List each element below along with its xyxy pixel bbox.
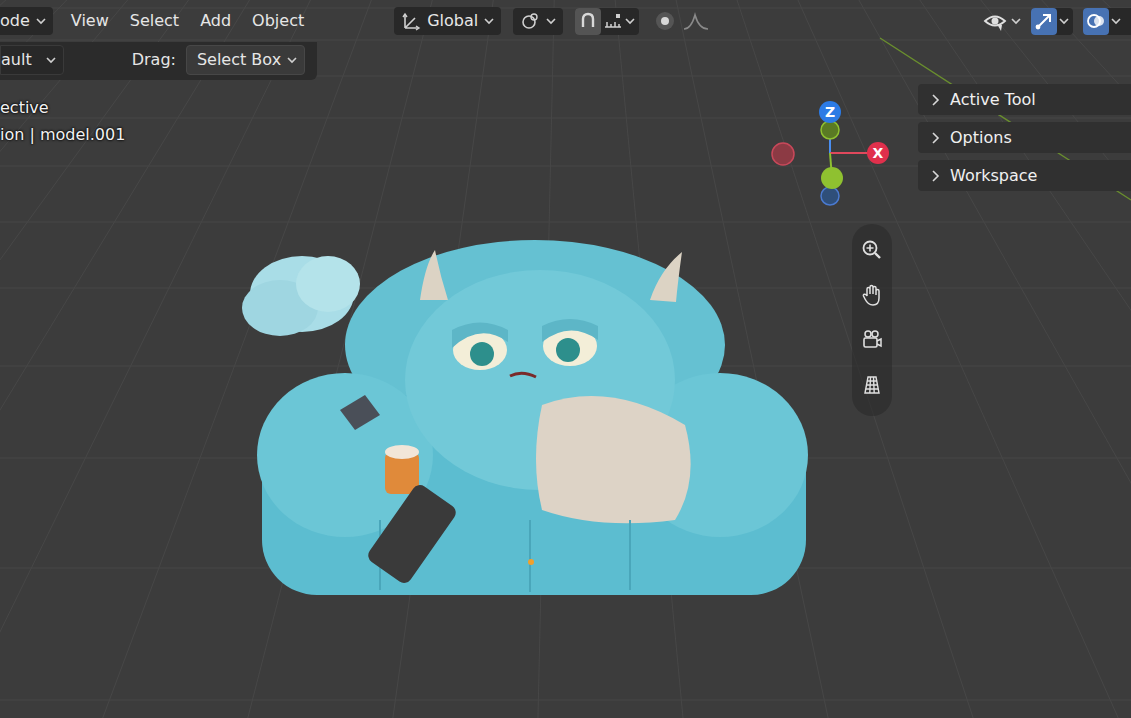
- dropdown-caret-icon: [287, 55, 297, 65]
- sidebar-tab[interactable]: Active Tool: [918, 84, 1131, 115]
- visibility-icon: [983, 10, 1007, 32]
- orientation-dropdown[interactable]: Global: [394, 7, 501, 35]
- snap-increment-icon: [603, 11, 623, 31]
- sidebar-tab-label: Options: [950, 126, 1012, 150]
- axis-label: Z: [825, 104, 835, 120]
- hand-icon: [861, 284, 883, 306]
- sidebar-tab-label: Active Tool: [950, 88, 1036, 112]
- menu-item[interactable]: Select: [130, 7, 179, 35]
- transform-label: ault: [1, 48, 32, 72]
- axis-label: X: [873, 145, 884, 161]
- orientation-label: Global: [427, 9, 478, 33]
- proportional-group: [651, 8, 709, 35]
- menu-item[interactable]: Add: [200, 7, 231, 35]
- projection-button[interactable]: [852, 365, 892, 405]
- dropdown-caret-icon: [1111, 16, 1121, 26]
- chevron-icon: [930, 170, 940, 182]
- falloff-icon: [683, 11, 709, 31]
- transform-dropdown[interactable]: ault: [0, 45, 64, 75]
- navigation-buttons: [852, 224, 892, 416]
- proportional-toggle[interactable]: [651, 8, 679, 35]
- drag-label: Drag:: [132, 48, 176, 72]
- sidebar-tab-label: Workspace: [950, 164, 1037, 188]
- proportional-edit-icon: [654, 10, 676, 32]
- dropdown-caret-icon: [36, 16, 46, 26]
- pivot-icon: [520, 11, 540, 31]
- gizmo-group: [1031, 8, 1073, 35]
- viewport-display: [983, 8, 1131, 35]
- grid-icon: [861, 374, 883, 396]
- couch-monster-icon: [230, 230, 830, 610]
- gizmo-toggle[interactable]: [1031, 8, 1057, 35]
- header-bar: ode View Select Add Object Global: [0, 0, 1131, 42]
- axis-gizmo-icon: ZX: [770, 98, 894, 210]
- dropdown-caret-icon: [625, 16, 635, 26]
- mode-dropdown[interactable]: ode: [0, 7, 53, 35]
- pivot-dropdown[interactable]: [513, 8, 563, 35]
- sidebar-tab[interactable]: Workspace: [918, 160, 1131, 191]
- navigation-gizmo[interactable]: ZX: [770, 98, 894, 210]
- dropdown-caret-icon: [1011, 16, 1021, 26]
- dropdown-caret-icon: [1059, 16, 1069, 26]
- chevron-icon: [930, 132, 940, 144]
- tool-header: ault Drag: Select Box: [0, 42, 317, 80]
- drag-value: Select Box: [197, 48, 281, 72]
- zoom-icon: [861, 239, 883, 261]
- menu-bar: View Select Add Object: [71, 7, 304, 35]
- orientation-icon: [401, 11, 421, 31]
- viewport[interactable]: ode View Select Add Object Global ault Drag: Sel…: [0, 0, 1131, 718]
- gizmo-icon: [1034, 11, 1054, 31]
- overlay-group: [1083, 8, 1131, 35]
- drag-dropdown[interactable]: Select Box: [186, 45, 305, 75]
- model-render[interactable]: [230, 230, 830, 610]
- menu-item[interactable]: View: [71, 7, 109, 35]
- camera-icon: [861, 329, 883, 351]
- dropdown-caret-icon: [46, 55, 56, 65]
- pan-button[interactable]: [852, 275, 892, 315]
- sidebar-tab[interactable]: Options: [918, 122, 1131, 153]
- sidebar-tabs: Active Tool Options Workspace: [918, 84, 1131, 198]
- zoom-button[interactable]: [852, 230, 892, 270]
- tool-settings: Global: [394, 7, 709, 35]
- dropdown-caret-icon: [484, 16, 494, 26]
- tool-header-row: ault Drag: Select Box: [0, 42, 1131, 80]
- dropdown-caret-icon: [546, 16, 556, 26]
- mode-label: ode: [0, 9, 30, 33]
- visibility-dropdown[interactable]: [983, 10, 1021, 32]
- menu-item[interactable]: Object: [252, 7, 304, 35]
- overlay-icon: [1086, 11, 1106, 31]
- magnet-icon: [578, 11, 598, 31]
- overlay-toggle[interactable]: [1083, 8, 1109, 35]
- camera-button[interactable]: [852, 320, 892, 360]
- snap-toggle[interactable]: [575, 8, 601, 35]
- chevron-icon: [930, 94, 940, 106]
- snap-group: [575, 8, 639, 35]
